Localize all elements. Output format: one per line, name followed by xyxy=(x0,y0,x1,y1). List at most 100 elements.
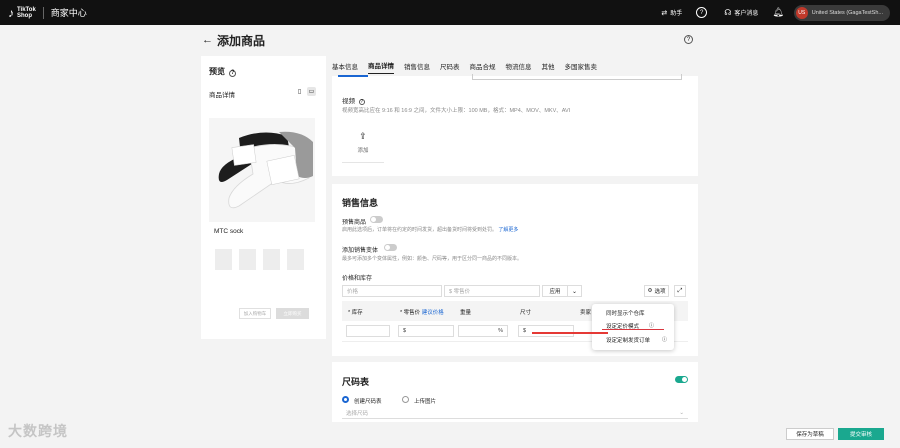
presale-label: 预售商品 xyxy=(342,220,367,226)
preview-subtitle: 商品详情 xyxy=(209,92,235,99)
logo-line-2: Shop xyxy=(17,12,32,19)
tab-compliance[interactable]: 商品合规 xyxy=(470,61,496,74)
top-right-actions: ⇄ 助手 ? ☊ 客户消息 🔔︎ US United States (GagaT… xyxy=(647,0,890,25)
media-card: 视频 ? 视频宽高比应在 9:16 和 16:9 之间，文件大小上限：100 M… xyxy=(332,74,698,176)
chevron-down-icon: ⌄ xyxy=(679,410,684,416)
column-seller-sku: 卖家 xyxy=(580,310,592,316)
top-bar: ♪ TikTok Shop 商家中心 ⇄ 助手 ? ☊ 客户消息 🔔︎ US U… xyxy=(0,0,900,25)
mobile-view-icon[interactable]: ▯ xyxy=(295,87,304,96)
presale-learn-more-link[interactable]: 了解更多 xyxy=(498,227,518,233)
question-icon: ? xyxy=(696,7,708,18)
presale-toggle[interactable] xyxy=(370,216,383,223)
headset-icon: ☊ xyxy=(724,8,732,17)
seller-center-title: 商家中心 xyxy=(50,8,87,18)
columns-option-label: 选项 xyxy=(654,289,666,295)
customer-messages-label: 客户消息 xyxy=(734,11,759,17)
thumbnail xyxy=(263,249,280,270)
batch-price-input[interactable]: 价格 xyxy=(342,285,442,297)
preview-product-name: MTC sock xyxy=(214,228,244,235)
tab-shipping[interactable]: 物流信息 xyxy=(506,61,532,74)
variants-description: 最多可添加多个变体属性，例如：颜色、尺码等，用于区分同一商品的不同版本。 xyxy=(342,256,523,262)
back-arrow-icon[interactable]: ← xyxy=(202,34,213,46)
save-draft-button[interactable]: 保存为草稿 xyxy=(786,428,834,440)
create-size-chart-label: 创建尺码表 xyxy=(354,399,382,405)
preview-device-switch: ▯ ▭ xyxy=(292,87,316,96)
variants-label: 添加销售变体 xyxy=(342,248,379,254)
popup-item-custom-order[interactable]: 设定定制发货订单 xyxy=(606,336,650,344)
video-requirements: 视频宽高比应在 9:16 和 16:9 之间，文件大小上限：100 MB，格式：… xyxy=(342,108,571,114)
preview-buy-now-button: 立即购买 xyxy=(276,308,309,319)
weight-input[interactable]: % xyxy=(458,325,508,337)
avatar: US xyxy=(795,6,808,19)
size-chart-select-placeholder: 选择尺码 xyxy=(346,411,369,417)
apply-button[interactable]: 应用 xyxy=(542,285,568,297)
size-chart-select[interactable]: 选择尺码 ⌄ xyxy=(342,408,688,419)
red-annotation-line xyxy=(532,332,608,334)
column-options-popup: 同时显示个仓库 设定定价模式 ⓘ 设定定制发货订单 ⓘ xyxy=(592,304,674,350)
upload-divider xyxy=(342,162,384,163)
sales-info-card: 销售信息 预售商品 启用此选项后，订单将在约定的时间发货，超出备货时间将受到处罚… xyxy=(332,184,698,356)
tab-product-details[interactable]: 商品详情 xyxy=(368,60,394,74)
logo-divider xyxy=(42,6,44,19)
apply-dropdown-chevron-icon[interactable]: ⌄ xyxy=(568,285,582,297)
video-label: 视频 xyxy=(342,98,355,105)
tab-size-chart[interactable]: 尺码表 xyxy=(440,61,460,74)
create-size-chart-radio[interactable] xyxy=(342,396,349,403)
preview-title: 预览 xyxy=(209,67,225,76)
watermark-text: 大数跨境 xyxy=(8,423,68,439)
preview-add-to-cart-button: 加入购物车 xyxy=(239,308,271,319)
thumbnail xyxy=(215,249,232,270)
tab-sales-info[interactable]: 销售信息 xyxy=(404,61,430,74)
columns-option-button[interactable]: ⚙ 选项 xyxy=(644,285,669,297)
upload-label: 添加 xyxy=(357,147,369,154)
desktop-view-icon[interactable]: ▭ xyxy=(307,87,316,96)
upload-image-radio[interactable] xyxy=(402,396,409,403)
expand-icon[interactable]: ⤢ xyxy=(674,285,686,297)
tab-basic-info[interactable]: 基本信息 xyxy=(332,61,358,74)
upload-image-label: 上传图片 xyxy=(414,399,437,405)
assistant-label: 助手 xyxy=(670,11,683,17)
tiktok-shop-logo[interactable]: ♪ TikTok Shop xyxy=(8,6,36,20)
column-weight: 重量 xyxy=(460,310,472,316)
column-retail-price: * 零售价 xyxy=(400,310,421,316)
thumbnail xyxy=(287,249,304,270)
video-upload-button[interactable]: ⇪ 添加 xyxy=(342,124,384,160)
submit-review-button[interactable]: 提交审核 xyxy=(838,428,884,440)
account-switcher[interactable]: US United States (GagaTestSh... xyxy=(793,4,890,21)
popup-item-multi-warehouse[interactable]: 同时显示个仓库 xyxy=(606,309,645,317)
upload-icon: ⇪ xyxy=(359,130,367,141)
column-dimension: 尺寸 xyxy=(520,310,532,316)
suggested-price-link[interactable]: 建议价格 xyxy=(422,310,444,316)
sales-info-title: 销售信息 xyxy=(342,198,379,208)
dimension-input[interactable]: $ xyxy=(518,325,574,337)
customer-messages-button[interactable]: ☊ 客户消息 xyxy=(724,8,758,17)
help-button[interactable]: ? xyxy=(696,7,710,18)
stock-input[interactable] xyxy=(346,325,390,337)
settings-icon: ⚙ xyxy=(647,288,653,294)
tab-multi-country[interactable]: 多国家售卖 xyxy=(565,61,598,74)
highlight-underline xyxy=(602,329,664,330)
size-chart-title: 尺码表 xyxy=(342,377,370,387)
assistant-button[interactable]: ⇄ 助手 xyxy=(661,8,683,18)
custom-order-info-icon: ⓘ xyxy=(662,337,668,343)
retail-price-input[interactable]: $ xyxy=(398,325,454,337)
page-help-icon[interactable]: ? xyxy=(684,35,693,44)
tab-other[interactable]: 其他 xyxy=(542,61,555,74)
video-info-icon[interactable]: ? xyxy=(358,99,365,105)
batch-retail-price-input[interactable]: $ 零售价 xyxy=(444,285,540,297)
variants-toggle[interactable] xyxy=(384,244,397,251)
assistant-icon: ⇄ xyxy=(661,9,668,17)
account-name: United States (GagaTestSh... xyxy=(811,9,883,16)
column-stock: * 库存 xyxy=(348,310,363,316)
socks-image xyxy=(209,118,315,222)
preview-panel: 预览 ? 商品详情 ▯ ▭ MTC sock 加入购物车 立即购买 xyxy=(201,56,326,339)
presale-description: 启用此选项后，订单将在约定的时间发货，超出备货时间将受到处罚。 xyxy=(342,227,498,233)
product-image xyxy=(209,118,315,222)
preview-info-icon[interactable]: ? xyxy=(229,70,237,77)
description-editor-edge xyxy=(472,74,682,80)
size-chart-card: 尺码表 创建尺码表 上传图片 选择尺码 ⌄ xyxy=(332,362,698,422)
page-title: 添加商品 xyxy=(217,34,266,48)
size-chart-toggle[interactable] xyxy=(675,376,688,383)
notification-bell-icon[interactable]: 🔔︎ xyxy=(772,7,783,18)
editor-scroll-indicator xyxy=(338,75,368,77)
